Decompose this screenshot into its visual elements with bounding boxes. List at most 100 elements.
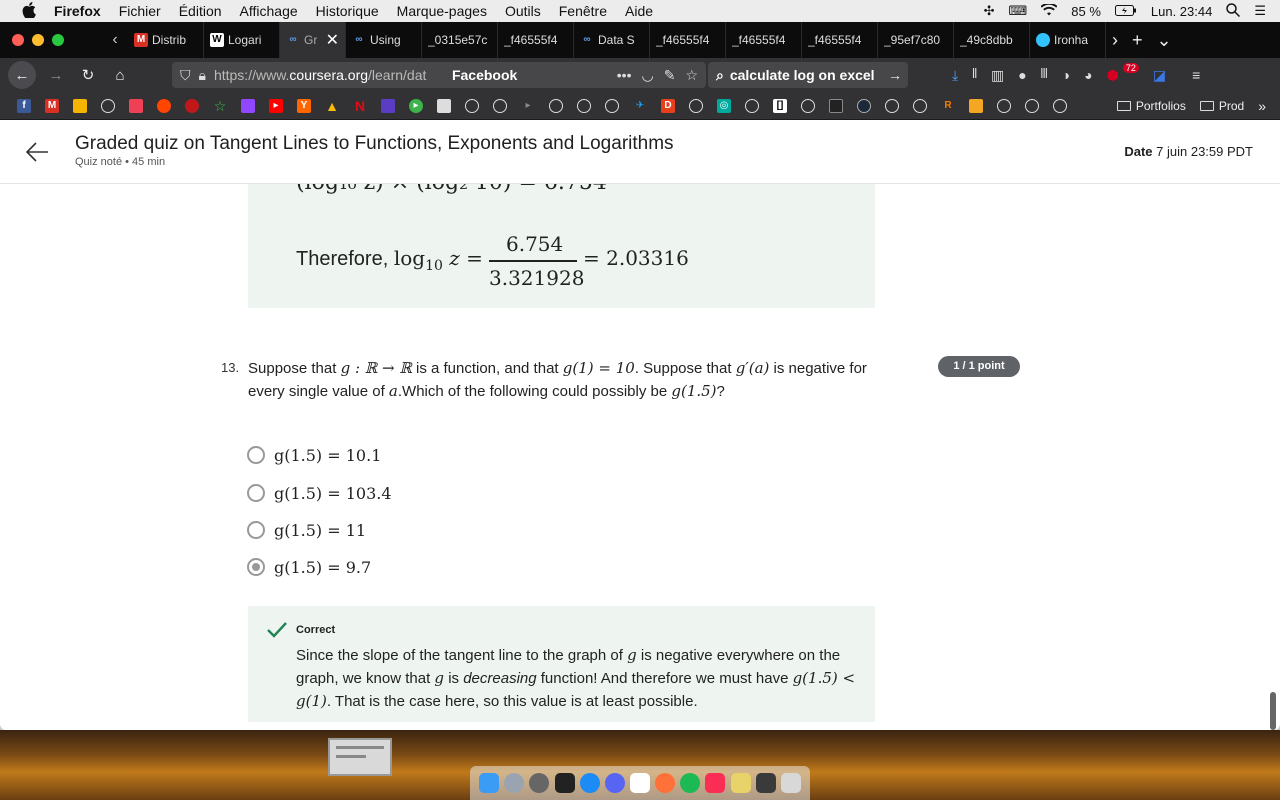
pocket-icon[interactable]: ◡ <box>641 67 653 84</box>
extension-toggle-icon[interactable]: ◑ <box>1062 67 1070 83</box>
stack-icon[interactable] <box>730 773 751 793</box>
bookmark-globe-2[interactable] <box>458 97 486 115</box>
bookmark-globe-11[interactable] <box>906 97 934 115</box>
url-bar[interactable]: ⛉ 🔒︎ https://www.coursera.org/learn/dat … <box>172 62 706 88</box>
menu-outils[interactable]: Outils <box>505 3 541 19</box>
tab-graded-quiz[interactable]: ∞ Gr ✕ <box>280 22 346 58</box>
menu-fichier[interactable]: Fichier <box>119 3 161 19</box>
menu-fenetre[interactable]: Fenêtre <box>559 3 607 19</box>
menu-affichage[interactable]: Affichage <box>240 3 298 19</box>
lock-icon[interactable]: 🔒︎ <box>199 67 206 84</box>
tab-0315e57c[interactable]: _0315e57c <box>422 22 498 58</box>
bookmark-facebook[interactable]: f <box>10 97 38 115</box>
bookmark-yellow[interactable] <box>66 97 94 115</box>
radio-button[interactable] <box>247 521 265 539</box>
ublock-icon[interactable]: ⬢ <box>1107 67 1119 84</box>
trash-icon[interactable] <box>780 773 801 793</box>
bookmark-drive[interactable]: ▲ <box>318 97 346 115</box>
answer-option-1[interactable]: g(1.5) = 10.1 <box>247 444 381 466</box>
facebook-container-icon[interactable]: 𝍫 <box>1041 63 1048 87</box>
back-arrow-icon[interactable]: ← <box>8 61 36 89</box>
minimize-window-button[interactable] <box>32 34 44 46</box>
bookmark-globe-7[interactable] <box>682 97 710 115</box>
bookmark-d[interactable]: D <box>654 97 682 115</box>
search-input[interactable]: calculate log on excel <box>730 67 875 83</box>
menu-marque-pages[interactable]: Marque-pages <box>397 3 487 19</box>
bookmark-globe-5[interactable] <box>570 97 598 115</box>
answer-option-4[interactable]: g(1.5) = 9.7 <box>247 556 371 578</box>
forward-arrow-icon[interactable]: → <box>44 63 68 87</box>
home-icon[interactable]: ⌂ <box>108 63 132 87</box>
bookmark-folder-prod[interactable]: Prod <box>1199 99 1244 113</box>
bookmark-steam[interactable] <box>850 97 878 115</box>
search-go-icon[interactable]: → <box>888 67 902 83</box>
radio-button[interactable] <box>247 446 265 464</box>
tab-distrib[interactable]: M Distrib <box>128 22 204 58</box>
system-preferences-icon[interactable] <box>529 773 550 793</box>
bookmark-globe-12[interactable] <box>990 97 1018 115</box>
menu-edition[interactable]: Édition <box>179 3 222 19</box>
bookmark-globe-9[interactable] <box>794 97 822 115</box>
bookmarks-overflow-icon[interactable]: » <box>1258 98 1266 114</box>
bookmark-r[interactable]: R <box>934 97 962 115</box>
bookmark-arrow[interactable]: ▸ <box>514 97 542 115</box>
battery-icon[interactable] <box>1114 4 1137 19</box>
extension-owl-icon[interactable]: ◕ <box>1084 67 1092 83</box>
wifi-icon[interactable] <box>1040 2 1058 19</box>
menu-app-name[interactable]: Firefox <box>54 3 101 19</box>
new-tab-icon[interactable]: + <box>1132 30 1143 51</box>
close-window-button[interactable] <box>12 34 24 46</box>
bookmark-play[interactable]: ▸ <box>402 97 430 115</box>
bookmark-globe-3[interactable] <box>486 97 514 115</box>
terminal-icon[interactable] <box>554 773 575 793</box>
bookmark-bluebird[interactable]: ✈ <box>626 97 654 115</box>
notification-center-icon[interactable]: ☰ <box>1254 3 1266 19</box>
bookmark-teal[interactable]: ◎ <box>710 97 738 115</box>
scrollbar-thumb[interactable] <box>1270 692 1276 730</box>
bookmark-folder-portfolios[interactable]: Portfolios <box>1116 99 1186 113</box>
radio-button[interactable] <box>247 484 265 502</box>
bookmark-stripes[interactable] <box>962 97 990 115</box>
music-icon[interactable] <box>705 773 726 793</box>
tracking-protection-icon[interactable]: ⛉ <box>180 67 191 84</box>
bookmark-star-icon[interactable]: ☆ <box>685 67 698 84</box>
container-label[interactable]: Facebook <box>452 67 517 83</box>
bookmark-globe-13[interactable] <box>1018 97 1046 115</box>
bookmark-pocket[interactable] <box>122 97 150 115</box>
answer-option-2[interactable]: g(1.5) = 103.4 <box>247 482 392 504</box>
menu-historique[interactable]: Historique <box>316 3 379 19</box>
bookmark-bracket[interactable]: [] <box>766 97 794 115</box>
bookmark-globe-1[interactable] <box>94 97 122 115</box>
briefcase-icon[interactable] <box>755 773 776 793</box>
bookmark-netflix[interactable]: N <box>346 97 374 115</box>
downloads-icon[interactable]: ⤓ <box>952 67 958 84</box>
search-bar[interactable]: ⌕ calculate log on excel → <box>708 62 908 88</box>
tab-ironhack[interactable]: Ironha <box>1030 22 1106 58</box>
bookmark-globe-8[interactable] <box>738 97 766 115</box>
launchpad-icon[interactable] <box>504 773 525 793</box>
apple-menu-icon[interactable] <box>20 1 38 21</box>
tab-overflow-chevron-icon[interactable]: › <box>1112 30 1118 51</box>
slack-icon[interactable] <box>629 773 650 793</box>
screenshot-icon[interactable]: ✎ <box>664 67 676 84</box>
list-all-tabs-icon[interactable]: ⌄ <box>1157 30 1172 51</box>
zoom-window-button[interactable] <box>52 34 64 46</box>
tab-using[interactable]: ∞ Using <box>346 22 422 58</box>
bookmark-twitch[interactable] <box>234 97 262 115</box>
bookmark-red-circle[interactable] <box>178 97 206 115</box>
bookmark-purple[interactable] <box>374 97 402 115</box>
finder-icon[interactable] <box>479 773 500 793</box>
tab-f46555f4-b[interactable]: _f46555f4 <box>650 22 726 58</box>
tab-95ef7c80[interactable]: _95ef7c80 <box>878 22 954 58</box>
bookmark-globe-4[interactable] <box>542 97 570 115</box>
account-icon[interactable]: ● <box>1018 67 1026 83</box>
bookmark-window[interactable] <box>430 97 458 115</box>
tab-f46555f4-a[interactable]: _f46555f4 <box>498 22 574 58</box>
answer-option-3[interactable]: g(1.5) = 11 <box>247 519 366 541</box>
bookmark-globe-14[interactable] <box>1046 97 1074 115</box>
keyboard-status-icon[interactable]: ⌨ <box>1008 3 1027 19</box>
battery-percent[interactable]: 85 % <box>1071 4 1101 19</box>
spotify-icon[interactable] <box>680 773 701 793</box>
back-arrow-icon[interactable] <box>24 140 50 164</box>
spotlight-icon[interactable] <box>1226 2 1241 20</box>
